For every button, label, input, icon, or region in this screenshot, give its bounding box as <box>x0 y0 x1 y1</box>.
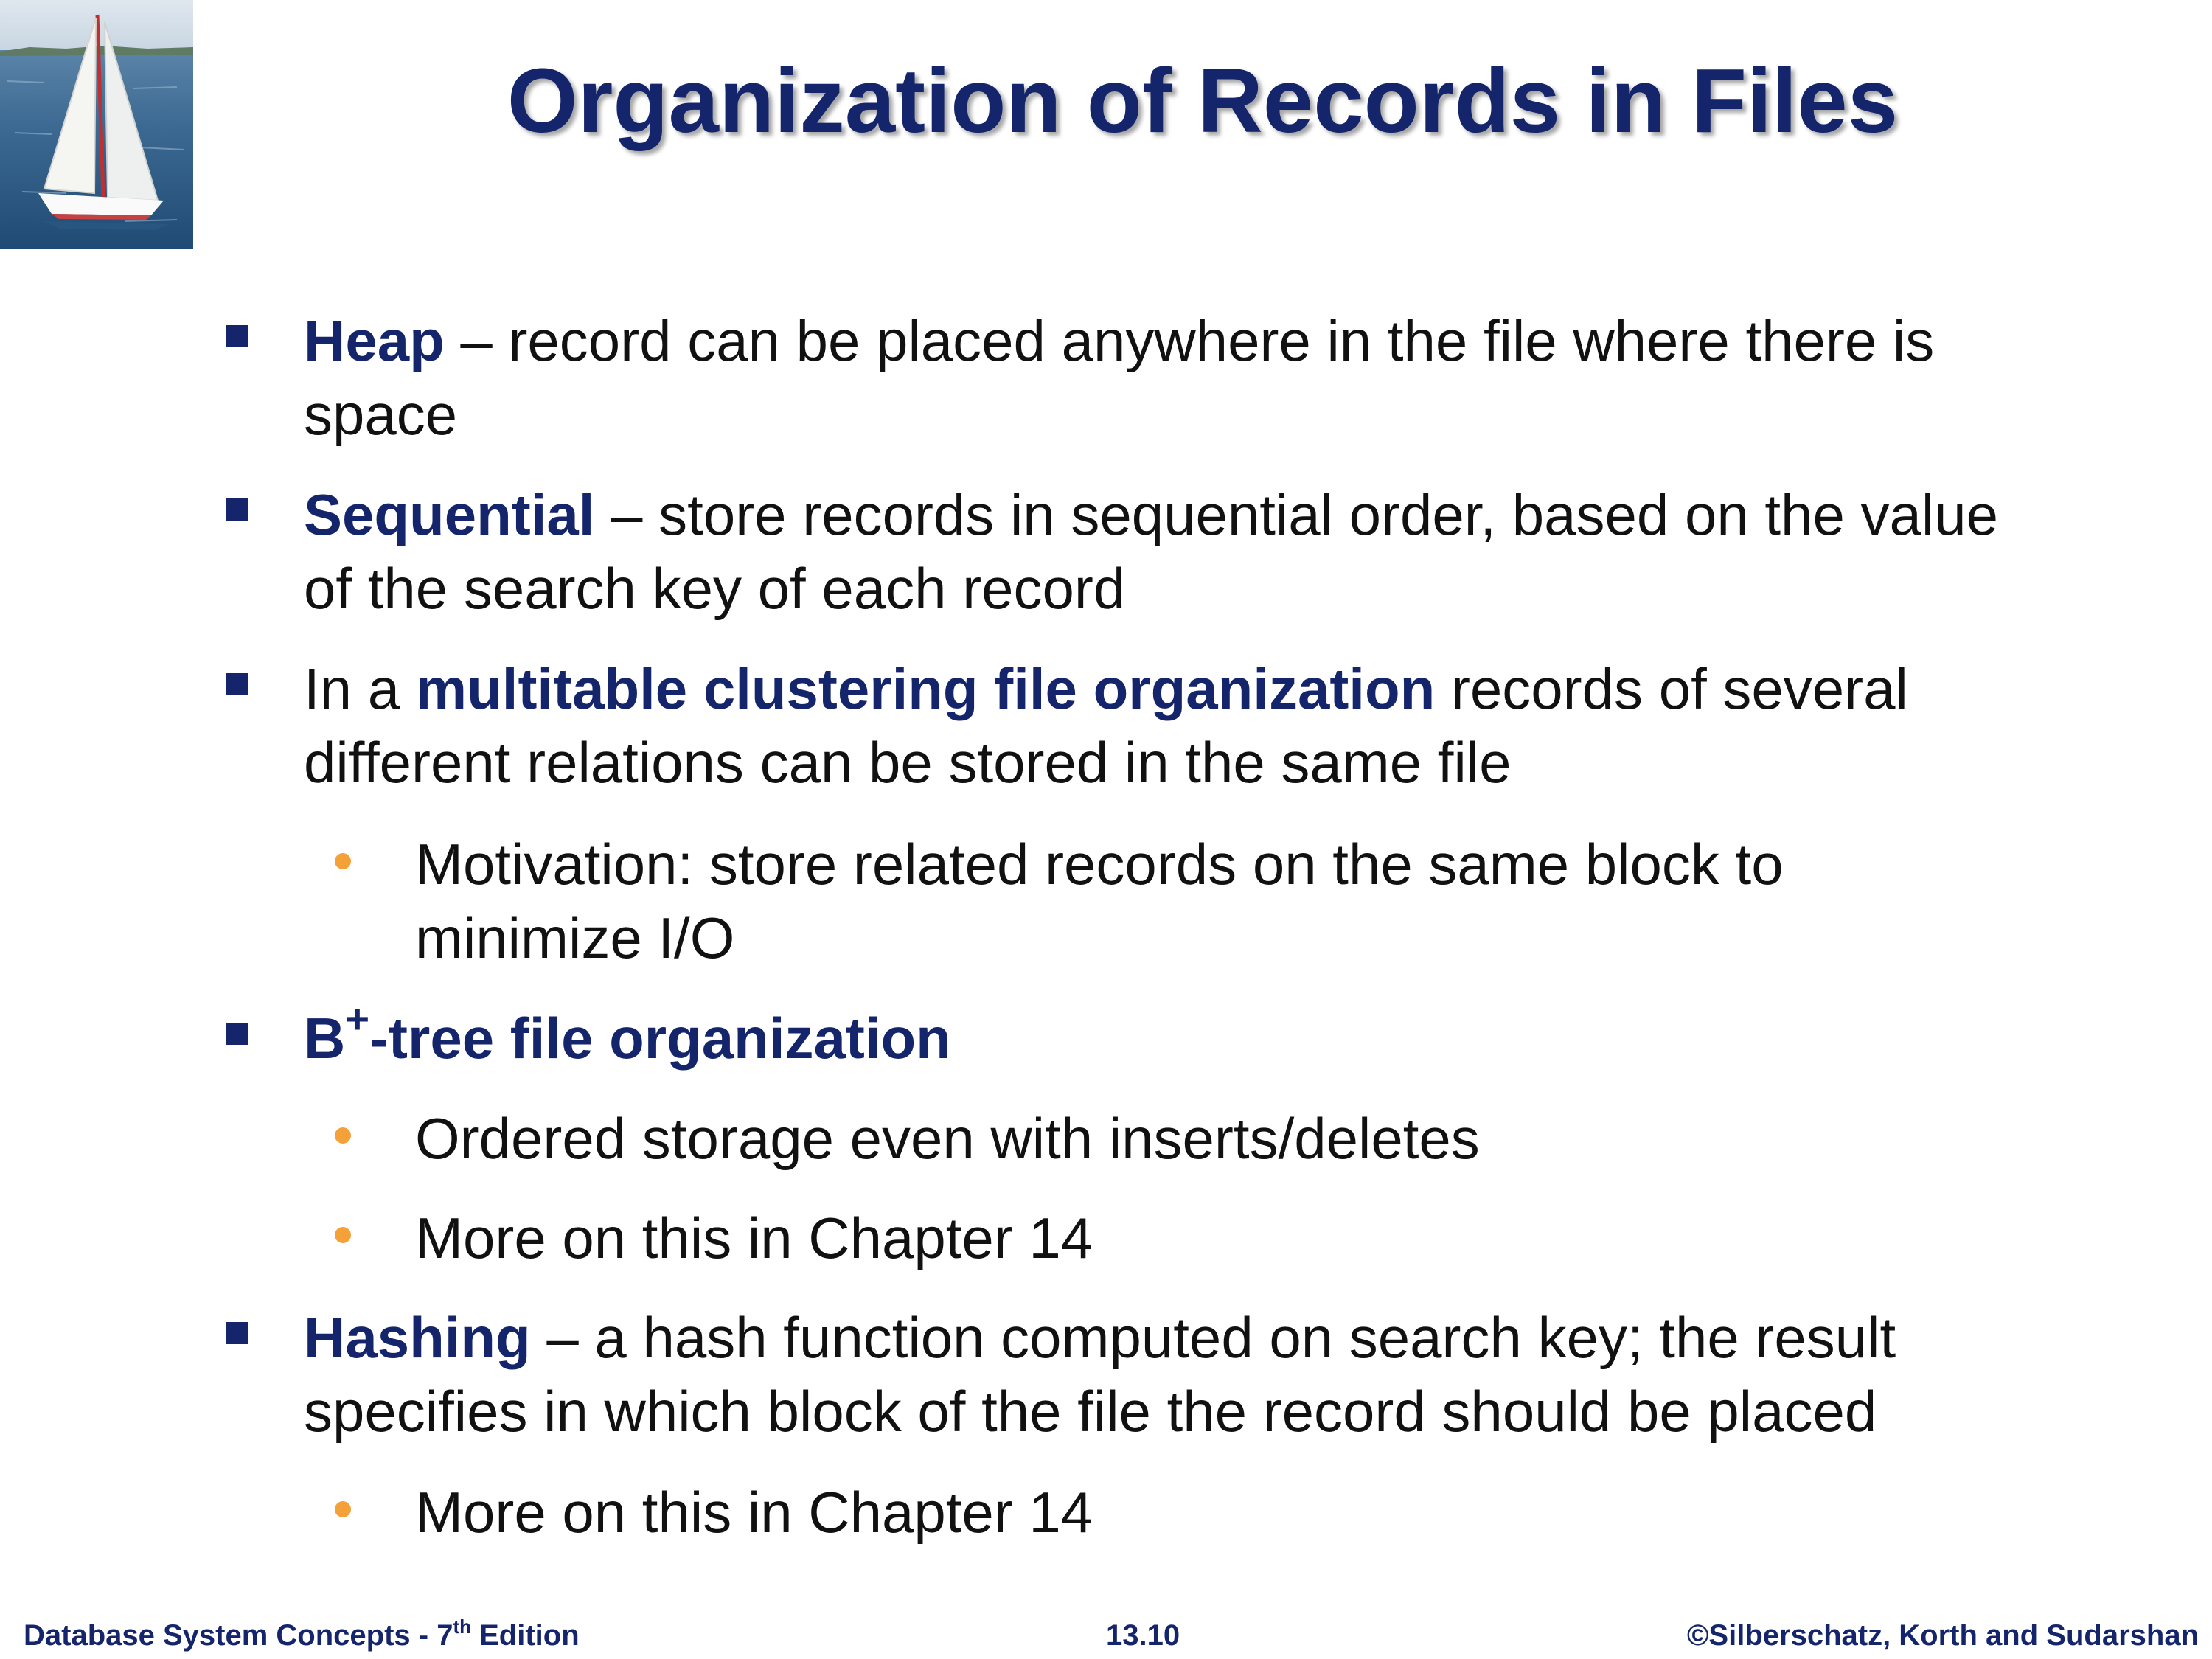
item-text: records of several <box>1450 656 1908 721</box>
sub-item-chapter-ref: More on this in Chapter 14 <box>415 1206 1093 1270</box>
item-text: – a hash function computed on search key… <box>530 1305 1896 1370</box>
keyword-heap: Heap <box>304 308 445 373</box>
item-text: – store records in sequential order, bas… <box>594 482 1998 547</box>
item-prefix: In a <box>304 656 416 721</box>
keyword-sequential: Sequential <box>304 482 595 547</box>
dot-bullet-icon <box>335 1227 351 1243</box>
list-item-sequential-line1: Sequential – store records in sequential… <box>304 478 2191 552</box>
keyword-hashing: Hashing <box>304 1305 531 1370</box>
list-item-sequential-line2: of the search key of each record <box>304 556 1126 621</box>
sub-item-ordered-storage: Ordered storage even with inserts/delete… <box>415 1106 1480 1171</box>
sub-item-motivation-line2: minimize I/O <box>415 905 735 970</box>
square-bullet-icon <box>226 325 248 347</box>
list-item-bplus-tree: B+-tree file organization <box>304 995 2191 1075</box>
square-bullet-icon <box>226 1023 248 1045</box>
list-item-multitable-line2: different relations can be stored in the… <box>304 730 1512 795</box>
sub-item-chapter-ref: More on this in Chapter 14 <box>415 1480 1093 1545</box>
square-bullet-icon <box>226 1322 248 1344</box>
dot-bullet-icon <box>335 853 351 869</box>
list-item-heap-line2: space <box>304 382 458 447</box>
bullet-list: Heap – record can be placed anywhere in … <box>0 0 2212 1585</box>
list-item-heap-line1: Heap – record can be placed anywhere in … <box>304 304 2191 378</box>
dot-bullet-icon <box>335 1127 351 1144</box>
item-text: – record can be placed anywhere in the f… <box>444 308 1935 373</box>
keyword-bplus-tree: B+-tree file organization <box>304 995 951 1071</box>
square-bullet-icon <box>226 498 248 521</box>
dot-bullet-icon <box>335 1501 351 1517</box>
footer-book-title: Database System Concepts - 7th Edition <box>24 1615 580 1652</box>
keyword-multitable-clustering: multitable clustering file organization <box>415 656 1436 721</box>
list-item-multitable-line1: In a multitable clustering file organiza… <box>304 652 2191 726</box>
list-item-hashing-line1: Hashing – a hash function computed on se… <box>304 1301 2191 1374</box>
footer-copyright: ©Silberschatz, Korth and Sudarshan <box>1686 1619 2199 1652</box>
footer-page-number: 13.10 <box>1106 1619 1180 1652</box>
square-bullet-icon <box>226 673 248 695</box>
sub-item-motivation-line1: Motivation: store related records on the… <box>415 832 1784 897</box>
list-item-hashing-line2: specifies in which block of the file the… <box>304 1379 1877 1444</box>
